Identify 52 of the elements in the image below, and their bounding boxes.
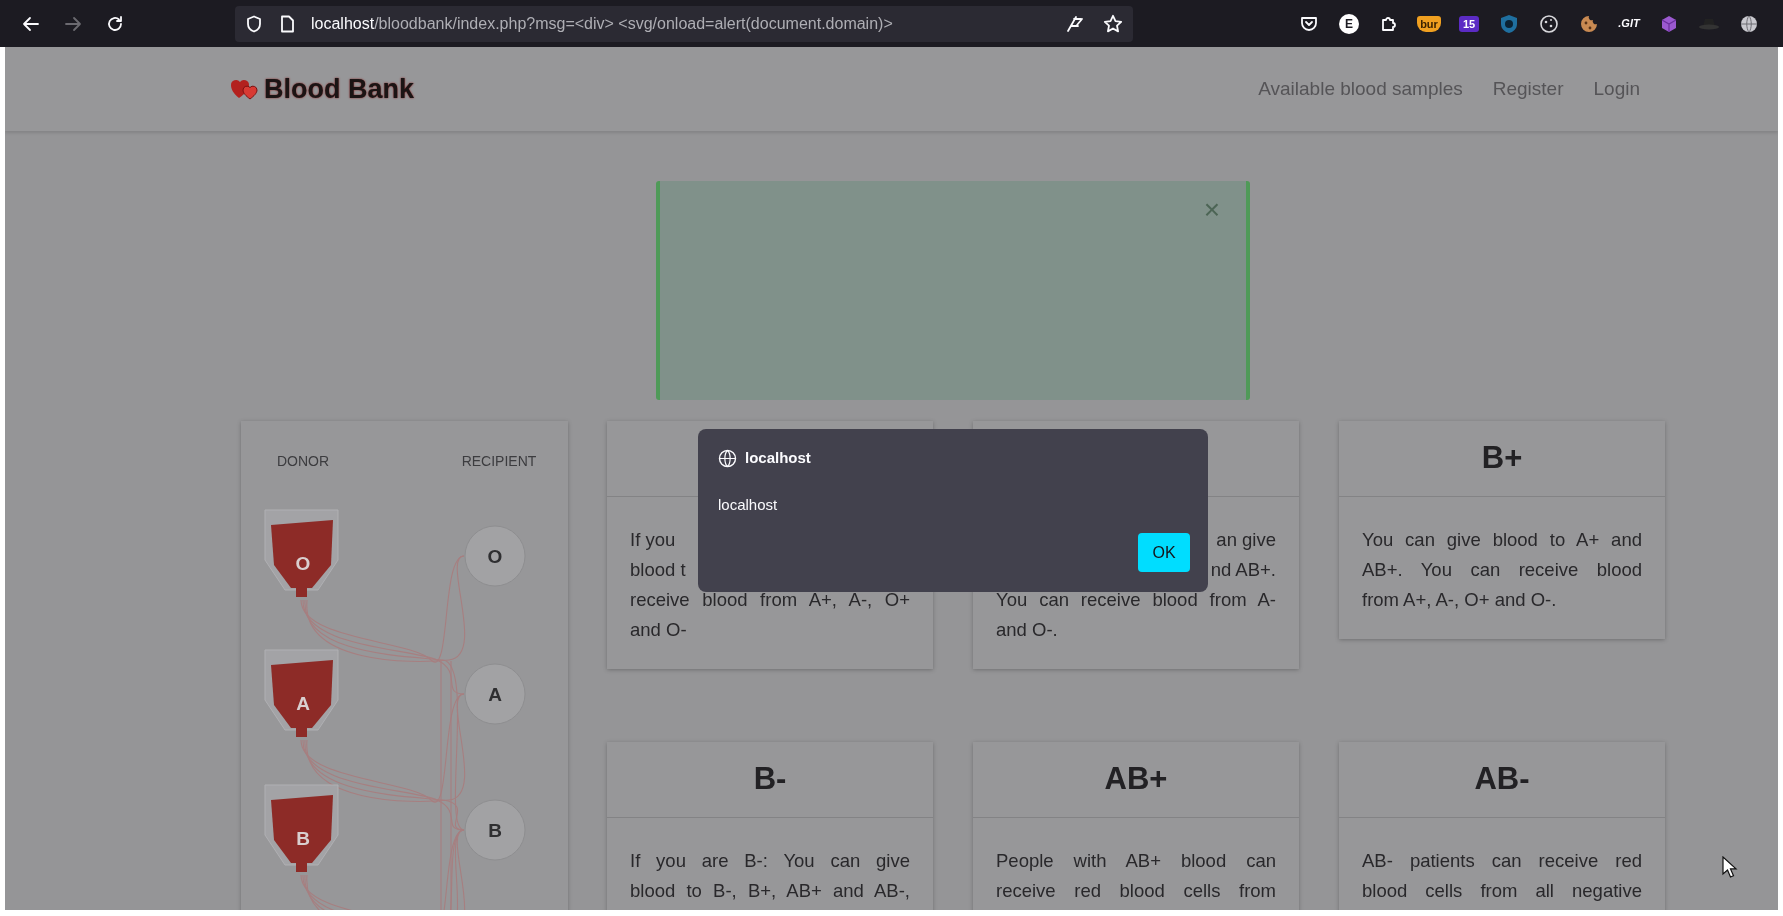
blood-type-label: B	[296, 828, 310, 849]
extension-button[interactable]: E	[1339, 13, 1359, 34]
card-title: B+	[1481, 439, 1523, 478]
blood-type-label: O	[487, 546, 503, 567]
brand-link[interactable]: Blood Bank	[264, 68, 414, 110]
globe-icon[interactable]	[1739, 13, 1759, 34]
url-text: localhost/bloodbank/index.php?msg=<div> <svg/onload=alert(document.domain)>	[311, 13, 893, 34]
card-text-line: If you	[630, 528, 676, 552]
hearts-logo-icon[interactable]	[230, 77, 260, 101]
column-label: RECIPIENT	[461, 453, 537, 469]
tracking-protection-icon[interactable]	[1065, 13, 1085, 34]
card-text-line: AB+. You can receive blood	[1362, 558, 1642, 582]
card-text-line: blood t	[630, 558, 686, 582]
card-text-line: from A+, A-, O+ and O-.	[1362, 588, 1557, 612]
card-text-line: blood cells from all negative	[1362, 879, 1642, 903]
cube-icon[interactable]	[1659, 13, 1679, 34]
globe-icon	[718, 448, 737, 468]
ok-button[interactable]: OK	[1138, 533, 1190, 572]
card-text-line: receive blood from A+, A-, O+	[630, 588, 910, 612]
mouse-cursor-icon	[1722, 856, 1738, 878]
column-label: DONOR	[276, 453, 330, 469]
extension-button[interactable]: bur	[1417, 15, 1441, 32]
dialog-origin: localhost	[745, 448, 811, 468]
card-text-line: You can receive blood from A-	[996, 588, 1276, 612]
forward-icon[interactable]	[64, 14, 82, 33]
card-text-line: blood to B-, B+, AB+ and AB-,	[630, 879, 910, 903]
card-text-line: People with AB+ blood can	[996, 849, 1276, 873]
extension-button[interactable]: .GIT	[1618, 15, 1640, 32]
url-field[interactable]: localhost/bloodbank/index.php?msg=<div> <svg/onload=alert(document.domain)>	[235, 5, 1133, 42]
blood-type-label: B	[488, 820, 502, 841]
reload-icon[interactable]	[106, 14, 124, 33]
cookie-icon[interactable]	[1539, 13, 1559, 34]
card-title: AB-	[1474, 760, 1530, 799]
back-icon[interactable]	[22, 14, 40, 33]
dialog-message: localhost	[718, 494, 779, 515]
card-text-line: You can give blood to A+ and	[1362, 528, 1642, 552]
card-text-line: nd AB+.	[1210, 558, 1276, 582]
card-text-line: receive red blood cells from	[996, 879, 1276, 903]
card-title: AB+	[1104, 760, 1168, 799]
card-text-line: and O-	[630, 618, 687, 642]
card-text-line: and O-.	[996, 618, 1058, 642]
card-title: B-	[753, 760, 787, 799]
shield-icon[interactable]	[245, 14, 263, 33]
blood-type-label: O	[295, 553, 311, 574]
card-text-line: an give	[1216, 528, 1276, 552]
blood-type-label: A	[488, 684, 502, 705]
blood-type-label: A	[296, 693, 310, 714]
card-text-line: If you are B-: You can give	[630, 849, 910, 873]
page-icon[interactable]	[279, 14, 295, 33]
card-text-line: AB- patients can receive red	[1362, 849, 1642, 873]
extension-button[interactable]: 15	[1458, 15, 1480, 32]
bookmark-star-icon[interactable]	[1103, 13, 1123, 34]
